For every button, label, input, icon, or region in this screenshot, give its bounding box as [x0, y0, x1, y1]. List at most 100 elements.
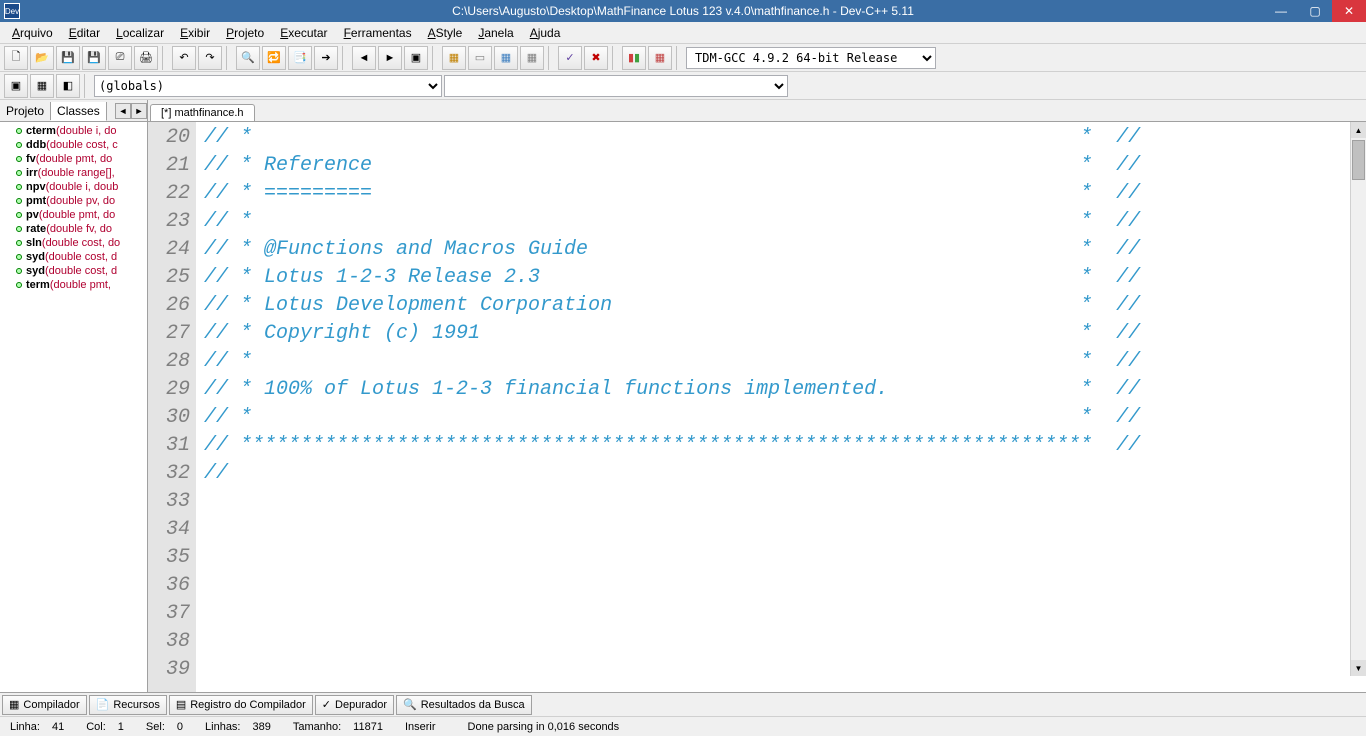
save-icon[interactable]: 💾: [56, 46, 80, 70]
rebuild-icon[interactable]: ▦: [520, 46, 544, 70]
sidebar-tab-project[interactable]: Projeto: [0, 102, 51, 120]
forward-icon[interactable]: ►: [378, 46, 402, 70]
find-icon[interactable]: 🔍: [236, 46, 260, 70]
menu-editar[interactable]: Editar: [61, 24, 108, 42]
status-col-value: 1: [112, 721, 130, 733]
method-icon: [16, 268, 22, 274]
toolbar-separator: [548, 46, 554, 70]
menu-exibir[interactable]: Exibir: [172, 24, 218, 42]
tab-icon: ▤: [176, 698, 186, 711]
new-project-icon[interactable]: ▣: [4, 74, 28, 98]
vertical-scrollbar[interactable]: ▲ ▼: [1350, 122, 1366, 676]
editor-tab[interactable]: [*] mathfinance.h: [150, 104, 255, 121]
status-parse: Done parsing in 0,016 seconds: [462, 721, 626, 733]
method-icon: [16, 156, 22, 162]
replace-icon[interactable]: 🔁: [262, 46, 286, 70]
toolbar-separator: [342, 46, 348, 70]
class-item-irr[interactable]: irr (double range[],: [0, 166, 147, 180]
class-item-ddb[interactable]: ddb (double cost, c: [0, 138, 147, 152]
status-size-label: Tamanho:: [287, 721, 347, 733]
bottom-tab-2[interactable]: ▤Registro do Compilador: [169, 695, 313, 715]
class-item-syd[interactable]: syd (double cost, d: [0, 250, 147, 264]
status-line-label: Linha:: [4, 721, 46, 733]
toolbar-separator: [84, 74, 90, 98]
menu-executar[interactable]: Executar: [272, 24, 335, 42]
sidebar-scroll-right-icon[interactable]: ►: [131, 103, 147, 119]
tab-icon: ▦: [9, 698, 19, 711]
compile-run-icon[interactable]: ▦: [494, 46, 518, 70]
close-file-icon[interactable]: ⎚: [108, 46, 132, 70]
bottom-tab-1[interactable]: 📄Recursos: [89, 695, 167, 715]
scroll-up-icon[interactable]: ▲: [1351, 122, 1366, 138]
class-item-fv[interactable]: fv (double pmt, do: [0, 152, 147, 166]
status-size-value: 11871: [347, 721, 389, 733]
menu-arquivo[interactable]: Arquivo: [4, 24, 61, 42]
tab-label: Recursos: [113, 699, 159, 711]
profile-icon[interactable]: ▮▮: [622, 46, 646, 70]
check-icon[interactable]: ✓: [558, 46, 582, 70]
open-file-icon[interactable]: 📂: [30, 46, 54, 70]
class-item-npv[interactable]: npv (double i, doub: [0, 180, 147, 194]
maximize-button[interactable]: ▢: [1298, 0, 1332, 22]
statusbar: Linha: 41 Col: 1 Sel: 0 Linhas: 389 Tama…: [0, 716, 1366, 736]
code-area[interactable]: // * * // // * Reference * // // * =====…: [196, 122, 1366, 692]
bookmark-icon[interactable]: ▣: [404, 46, 428, 70]
bottom-tab-3[interactable]: ✓Depurador: [315, 695, 394, 715]
main-area: Projeto Classes ◄ ► cterm (double i, dod…: [0, 100, 1366, 692]
cancel-icon[interactable]: ✖: [584, 46, 608, 70]
method-icon: [16, 212, 22, 218]
menu-ajuda[interactable]: Ajuda: [522, 24, 569, 42]
compiler-selector[interactable]: TDM-GCC 4.9.2 64-bit Release: [686, 47, 936, 69]
bottom-tabs: ▦Compilador📄Recursos▤Registro do Compila…: [0, 692, 1366, 716]
sidebar-scroll-left-icon[interactable]: ◄: [115, 103, 131, 119]
editor-body[interactable]: 20 21 22 23 24 25 26 27 28 29 30 31 32 3…: [148, 122, 1366, 692]
status-lines-value: 389: [247, 721, 277, 733]
menu-projeto[interactable]: Projeto: [218, 24, 272, 42]
method-icon: [16, 170, 22, 176]
class-item-pmt[interactable]: pmt (double pv, do: [0, 194, 147, 208]
class-item-term[interactable]: term (double pmt,: [0, 278, 147, 292]
close-button[interactable]: ✕: [1332, 0, 1366, 22]
member-selector[interactable]: [444, 75, 788, 97]
compile-icon[interactable]: ▦: [442, 46, 466, 70]
bottom-tab-0[interactable]: ▦Compilador: [2, 695, 87, 715]
insert-icon[interactable]: ▦: [30, 74, 54, 98]
menu-janela[interactable]: Janela: [470, 24, 521, 42]
back-icon[interactable]: ◄: [352, 46, 376, 70]
undo-icon[interactable]: ↶: [172, 46, 196, 70]
print-icon[interactable]: 🖨: [134, 46, 158, 70]
bottom-tab-4[interactable]: 🔍Resultados da Busca: [396, 695, 532, 715]
toggle-icon[interactable]: ◧: [56, 74, 80, 98]
tab-icon: 🔍: [403, 698, 417, 711]
toolbar-separator: [226, 46, 232, 70]
sidebar-tab-classes[interactable]: Classes: [51, 102, 107, 121]
gutter: 20 21 22 23 24 25 26 27 28 29 30 31 32 3…: [148, 122, 196, 692]
redo-icon[interactable]: ↷: [198, 46, 222, 70]
minimize-button[interactable]: —: [1264, 0, 1298, 22]
method-icon: [16, 226, 22, 232]
class-item-syd[interactable]: syd (double cost, d: [0, 264, 147, 278]
find-files-icon[interactable]: 📑: [288, 46, 312, 70]
class-item-sln[interactable]: sln (double cost, do: [0, 236, 147, 250]
sidebar-tabs: Projeto Classes ◄ ►: [0, 100, 147, 122]
scroll-thumb[interactable]: [1352, 140, 1365, 180]
class-item-pv[interactable]: pv (double pmt, do: [0, 208, 147, 222]
goto-icon[interactable]: ➔: [314, 46, 338, 70]
method-icon: [16, 282, 22, 288]
toolbar-scope: ▣ ▦ ◧ (globals): [0, 72, 1366, 100]
scroll-down-icon[interactable]: ▼: [1351, 660, 1366, 676]
scope-selector[interactable]: (globals): [94, 75, 442, 97]
menu-localizar[interactable]: Localizar: [108, 24, 172, 42]
class-item-rate[interactable]: rate (double fv, do: [0, 222, 147, 236]
class-item-cterm[interactable]: cterm (double i, do: [0, 124, 147, 138]
toolbar-main: 🗋 📂 💾 💾 ⎚ 🖨 ↶ ↷ 🔍 🔁 📑 ➔ ◄ ► ▣ ▦ ▭ ▦ ▦ ✓ …: [0, 44, 1366, 72]
debug-log-icon[interactable]: ▦: [648, 46, 672, 70]
new-file-icon[interactable]: 🗋: [4, 46, 28, 70]
save-all-icon[interactable]: 💾: [82, 46, 106, 70]
class-list: cterm (double i, doddb (double cost, cfv…: [0, 122, 147, 692]
method-icon: [16, 240, 22, 246]
run-icon[interactable]: ▭: [468, 46, 492, 70]
menu-astyle[interactable]: AStyle: [420, 24, 471, 42]
menu-ferramentas[interactable]: Ferramentas: [336, 24, 420, 42]
status-lines-label: Linhas:: [199, 721, 246, 733]
